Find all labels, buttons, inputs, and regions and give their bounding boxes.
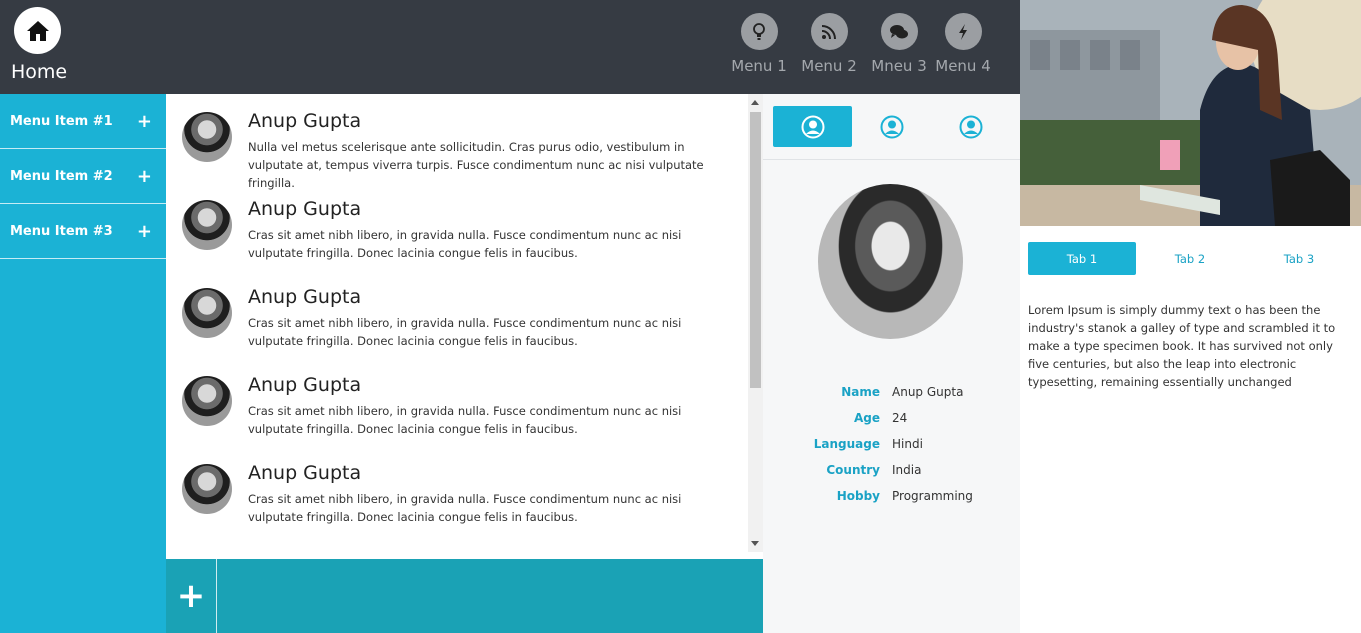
chat-icon xyxy=(880,13,918,50)
sidebar-item-1[interactable]: Menu Item #1 + xyxy=(0,94,166,149)
menu-1[interactable]: Menu 1 xyxy=(728,13,790,75)
sidebar: Menu Item #1 + Menu Item #2 + Menu Item … xyxy=(0,94,166,633)
list-item[interactable]: Anup Gupta Nulla vel metus scelerisque a… xyxy=(182,110,722,190)
user-icon xyxy=(801,115,824,138)
avatar xyxy=(182,376,232,426)
avatar xyxy=(182,288,232,338)
profile-field-country: Country India xyxy=(763,463,1020,483)
field-label: Age xyxy=(853,411,880,425)
list-item[interactable]: Anup Gupta Cras sit amet nibh libero, in… xyxy=(182,286,722,366)
rss-icon xyxy=(810,13,848,50)
feed-item-name: Anup Gupta xyxy=(248,198,362,220)
menu-2-label: Menu 2 xyxy=(801,57,857,75)
feed-item-text: Cras sit amet nibh libero, in gravida nu… xyxy=(248,404,682,436)
list-item[interactable]: Anup Gupta Cras sit amet nibh libero, in… xyxy=(182,198,722,278)
field-label: Country xyxy=(826,463,880,477)
user-icon xyxy=(880,115,903,138)
profile-field-hobby: Hobby Programming xyxy=(763,489,1020,509)
field-value: Anup Gupta xyxy=(892,385,964,399)
menu-3-label: Mneu 3 xyxy=(871,57,927,75)
top-bar: Home Menu 1 Menu 2 Mneu 3 Menu 4 xyxy=(0,0,1020,94)
menu-4[interactable]: Menu 4 xyxy=(932,13,994,75)
profile-tabs xyxy=(763,94,1020,160)
feed-item-text: Cras sit amet nibh libero, in gravida nu… xyxy=(248,316,682,348)
sidebar-item-label: Menu Item #2 xyxy=(10,168,113,184)
right-panel: Tab 1 Tab 2 Tab 3 Lorem Ipsum is simply … xyxy=(1020,0,1361,633)
scroll-thumb[interactable] xyxy=(750,112,761,388)
field-value: Programming xyxy=(892,489,973,503)
feed-scrollbar[interactable] xyxy=(748,94,763,552)
hero-photo xyxy=(1020,0,1361,226)
list-item[interactable]: Anup Gupta Cras sit amet nibh libero, in… xyxy=(182,462,722,542)
list-item[interactable]: Anup Gupta Cras sit amet nibh libero, in… xyxy=(182,374,722,454)
sidebar-item-3[interactable]: Menu Item #3 + xyxy=(0,204,166,259)
feed-item-name: Anup Gupta xyxy=(248,286,362,308)
menu-4-label: Menu 4 xyxy=(935,57,991,75)
profile-panel: Name Anup Gupta Age 24 Language Hindi Co… xyxy=(763,94,1020,633)
profile-field-name: Name Anup Gupta xyxy=(763,385,1020,405)
feed-item-name: Anup Gupta xyxy=(248,110,362,132)
tab-2[interactable]: Tab 2 xyxy=(1136,242,1244,275)
message-feed: Anup Gupta Nulla vel metus scelerisque a… xyxy=(166,94,763,559)
tab-1[interactable]: Tab 1 xyxy=(1028,242,1136,275)
profile-tab-2[interactable] xyxy=(852,106,931,147)
avatar xyxy=(182,200,232,250)
field-label: Language xyxy=(813,437,880,451)
feed-item-text: Cras sit amet nibh libero, in gravida nu… xyxy=(248,228,682,260)
feed-item-text: Nulla vel metus scelerisque ante sollici… xyxy=(248,140,704,190)
field-label: Hobby xyxy=(836,489,880,503)
plus-icon[interactable]: + xyxy=(137,111,152,132)
profile-photo xyxy=(818,184,963,339)
sidebar-item-label: Menu Item #3 xyxy=(10,223,113,239)
home-button[interactable] xyxy=(14,7,61,54)
scroll-up-icon[interactable] xyxy=(751,100,759,105)
profile-field-language: Language Hindi xyxy=(763,437,1020,457)
home-icon xyxy=(26,20,49,41)
home-label: Home xyxy=(11,61,68,83)
sidebar-item-label: Menu Item #1 xyxy=(10,113,113,129)
field-value: Hindi xyxy=(892,437,923,451)
plus-icon[interactable]: + xyxy=(137,221,152,242)
feed-item-name: Anup Gupta xyxy=(248,374,362,396)
profile-tab-1[interactable] xyxy=(773,106,852,147)
field-label: Name xyxy=(841,385,880,399)
profile-field-age: Age 24 xyxy=(763,411,1020,431)
feed-item-name: Anup Gupta xyxy=(248,462,362,484)
tab-content-text: Lorem Ipsum is simply dummy text o has b… xyxy=(1028,303,1336,389)
sidebar-item-2[interactable]: Menu Item #2 + xyxy=(0,149,166,204)
user-icon xyxy=(959,115,982,138)
menu-1-label: Menu 1 xyxy=(731,57,787,75)
menu-2[interactable]: Menu 2 xyxy=(798,13,860,75)
tab-3[interactable]: Tab 3 xyxy=(1245,242,1353,275)
bolt-icon xyxy=(944,13,982,50)
field-value: India xyxy=(892,463,922,477)
scroll-down-icon[interactable] xyxy=(751,541,759,546)
field-value: 24 xyxy=(892,411,908,425)
avatar xyxy=(182,464,232,514)
menu-3[interactable]: Mneu 3 xyxy=(868,13,930,75)
feed-item-text: Cras sit amet nibh libero, in gravida nu… xyxy=(248,492,682,524)
plus-icon[interactable]: + xyxy=(137,166,152,187)
add-button[interactable]: + xyxy=(166,559,217,633)
lightbulb-icon xyxy=(740,13,778,50)
right-tabs: Tab 1 Tab 2 Tab 3 xyxy=(1028,242,1353,275)
profile-tab-3[interactable] xyxy=(931,106,1010,147)
bottom-bar: + xyxy=(166,559,763,633)
avatar xyxy=(182,112,232,162)
